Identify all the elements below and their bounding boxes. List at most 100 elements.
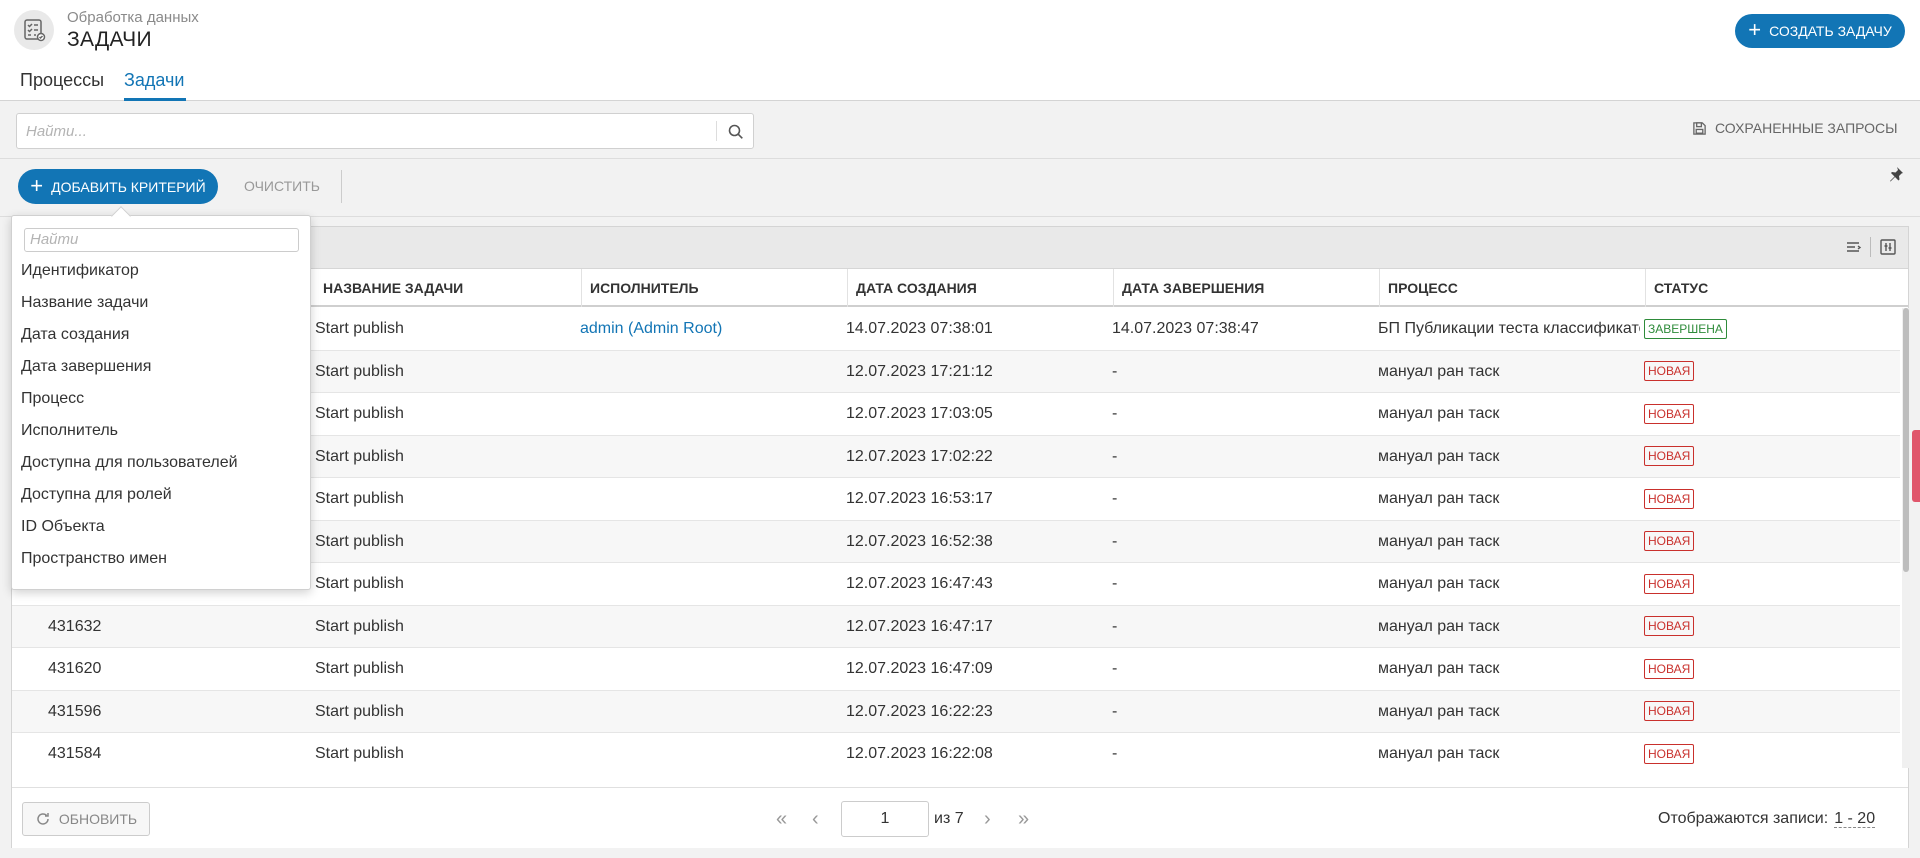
search-input[interactable]: Найти... — [16, 113, 754, 149]
cell-status: НОВАЯ — [1644, 351, 1894, 393]
table-scrollbar[interactable] — [1902, 308, 1910, 768]
cell-finished: - — [1112, 532, 1118, 550]
refresh-label: ОБНОВИТЬ — [58, 811, 138, 827]
criteria-option[interactable]: Дата создания — [21, 326, 129, 344]
criteria-dropdown: Найти Идентификатор Название задачи Дата… — [11, 206, 311, 590]
criteria-option[interactable]: Доступна для пользователей — [21, 454, 238, 472]
page-subtitle: Обработка данных — [67, 9, 199, 26]
cell-status: ЗАВЕРШЕНА — [1644, 308, 1894, 350]
create-task-button[interactable]: + СОЗДАТЬ ЗАДАЧУ — [1735, 14, 1905, 48]
column-header-process[interactable]: ПРОЦЕСС — [1379, 269, 1645, 307]
refresh-button[interactable]: ОБНОВИТЬ — [22, 802, 150, 836]
cell-created: 12.07.2023 16:22:08 — [846, 745, 993, 762]
cell-finished: - — [1112, 447, 1118, 465]
cell-finished: - — [1112, 660, 1118, 677]
criteria-option[interactable]: Дата завершения — [21, 358, 151, 376]
criteria-search-input[interactable]: Найти — [24, 228, 299, 252]
search-icon[interactable] — [726, 122, 746, 142]
column-header-created[interactable]: ДАТА СОЗДАНИЯ — [847, 269, 1113, 307]
page-header: Обработка данных ЗАДАЧИ + СОЗДАТЬ ЗАДАЧУ… — [0, 0, 1920, 101]
table-row[interactable]: 431584 Start publish 12.07.2023 16:22:08 - м… — [12, 733, 1900, 768]
records-range[interactable]: 1 - 20 — [1834, 810, 1876, 828]
cell-status: НОВАЯ — [1644, 393, 1894, 435]
tab-tasks[interactable]: Задачи — [124, 70, 184, 91]
cell-assignee — [580, 733, 840, 768]
criteria-option[interactable]: ID Объекта — [21, 518, 105, 536]
table-row[interactable]: 431596 Start publish 12.07.2023 16:22:23 - м… — [12, 690, 1900, 733]
cell-assignee — [580, 691, 840, 733]
status-badge: НОВАЯ — [1644, 573, 1695, 594]
cell-assignee — [580, 393, 840, 435]
column-settings-icon[interactable] — [1878, 237, 1898, 257]
cell-process: мануал ран таск — [1378, 532, 1500, 550]
cell-id: 431584 — [48, 745, 102, 762]
table-row[interactable]: 431632 Start publish 12.07.2023 16:47:17 - м… — [12, 605, 1900, 648]
cell-assignee — [580, 351, 840, 393]
column-header-status[interactable]: СТАТУС — [1645, 269, 1911, 307]
next-page-icon[interactable]: › — [984, 807, 991, 831]
cell-process: мануал ран таск — [1378, 575, 1500, 592]
status-badge: НОВАЯ — [1644, 701, 1695, 722]
cell-finished: - — [1112, 745, 1118, 762]
refresh-icon — [37, 813, 49, 825]
cell-status: НОВАЯ — [1644, 733, 1894, 768]
saved-queries-button[interactable]: СОХРАНЕННЫЕ ЗАПРОСЫ — [1692, 120, 1898, 136]
column-header-finished[interactable]: ДАТА ЗАВЕРШЕНИЯ — [1113, 269, 1379, 307]
cell-status: НОВАЯ — [1644, 691, 1894, 733]
cell-created: 14.07.2023 07:38:01 — [846, 320, 993, 337]
cell-created: 12.07.2023 17:02:22 — [846, 447, 993, 465]
cell-task-name: Start publish — [315, 617, 404, 635]
cell-id: 431632 — [48, 617, 102, 635]
saved-queries-label: СОХРАНЕННЫЕ ЗАПРОСЫ — [1715, 120, 1898, 136]
criteria-option[interactable]: Исполнитель — [21, 422, 118, 440]
records-label: Отображаются записи: — [1658, 810, 1829, 827]
plus-icon: + — [30, 172, 44, 198]
page-number-input[interactable]: 1 — [841, 801, 929, 837]
first-page-icon[interactable]: « — [776, 807, 787, 831]
cell-assignee — [580, 478, 840, 520]
clear-button[interactable]: ОЧИСТИТЬ — [244, 178, 320, 194]
cell-created: 12.07.2023 16:52:38 — [846, 532, 993, 550]
cell-process: БП Публикации теста классификатора — [1378, 320, 1640, 337]
cell-task-name: Start publish — [315, 405, 404, 422]
cell-created: 12.07.2023 16:47:43 — [846, 575, 993, 592]
pin-icon[interactable] — [1888, 166, 1904, 182]
side-feedback-tab[interactable] — [1912, 430, 1920, 502]
status-badge: НОВАЯ — [1644, 531, 1695, 552]
search-divider — [716, 121, 717, 141]
page-total: из 7 — [934, 810, 964, 827]
plus-icon: + — [1748, 17, 1762, 42]
cell-status: НОВАЯ — [1644, 648, 1894, 690]
cell-created: 12.07.2023 16:47:09 — [846, 660, 993, 677]
density-icon[interactable] — [1844, 237, 1864, 257]
criteria-option[interactable]: Название задачи — [21, 294, 148, 312]
add-criterion-button[interactable]: + ДОБАВИТЬ КРИТЕРИЙ — [18, 169, 218, 204]
cell-assignee[interactable]: admin (Admin Root) — [580, 308, 840, 350]
search-placeholder: Найти... — [26, 123, 87, 140]
table-footer: ОБНОВИТЬ « ‹ 1 из 7 › » Отображаются зап… — [12, 787, 1908, 848]
add-criterion-label: ДОБАВИТЬ КРИТЕРИЙ — [51, 178, 206, 195]
table-row[interactable]: 431620 Start publish 12.07.2023 16:47:09 - м… — [12, 648, 1900, 691]
scrollbar-thumb[interactable] — [1903, 308, 1909, 572]
status-badge: НОВАЯ — [1644, 446, 1695, 467]
cell-task-name: Start publish — [315, 447, 404, 465]
criteria-option[interactable]: Пространство имен — [21, 550, 167, 568]
cell-status: НОВАЯ — [1644, 478, 1894, 520]
column-header-assignee[interactable]: ИСПОЛНИТЕЛЬ — [581, 269, 847, 307]
criteria-option[interactable]: Процесс — [21, 390, 84, 408]
prev-page-icon[interactable]: ‹ — [812, 807, 819, 831]
cell-task-name: Start publish — [315, 320, 404, 337]
cell-task-name: Start publish — [315, 532, 404, 550]
cell-status: НОВАЯ — [1644, 606, 1894, 648]
tab-processes[interactable]: Процессы — [20, 70, 104, 91]
cell-status: НОВАЯ — [1644, 563, 1894, 605]
cell-status: НОВАЯ — [1644, 436, 1894, 478]
last-page-icon[interactable]: » — [1018, 807, 1029, 831]
cell-created: 12.07.2023 16:53:17 — [846, 490, 993, 507]
criteria-option[interactable]: Идентификатор — [21, 262, 139, 280]
cell-assignee — [580, 563, 840, 605]
cell-task-name: Start publish — [315, 575, 404, 592]
column-header-name[interactable]: НАЗВАНИЕ ЗАДАЧИ — [315, 269, 581, 307]
cell-created: 12.07.2023 17:03:05 — [846, 405, 993, 422]
criteria-option[interactable]: Доступна для ролей — [21, 486, 172, 504]
